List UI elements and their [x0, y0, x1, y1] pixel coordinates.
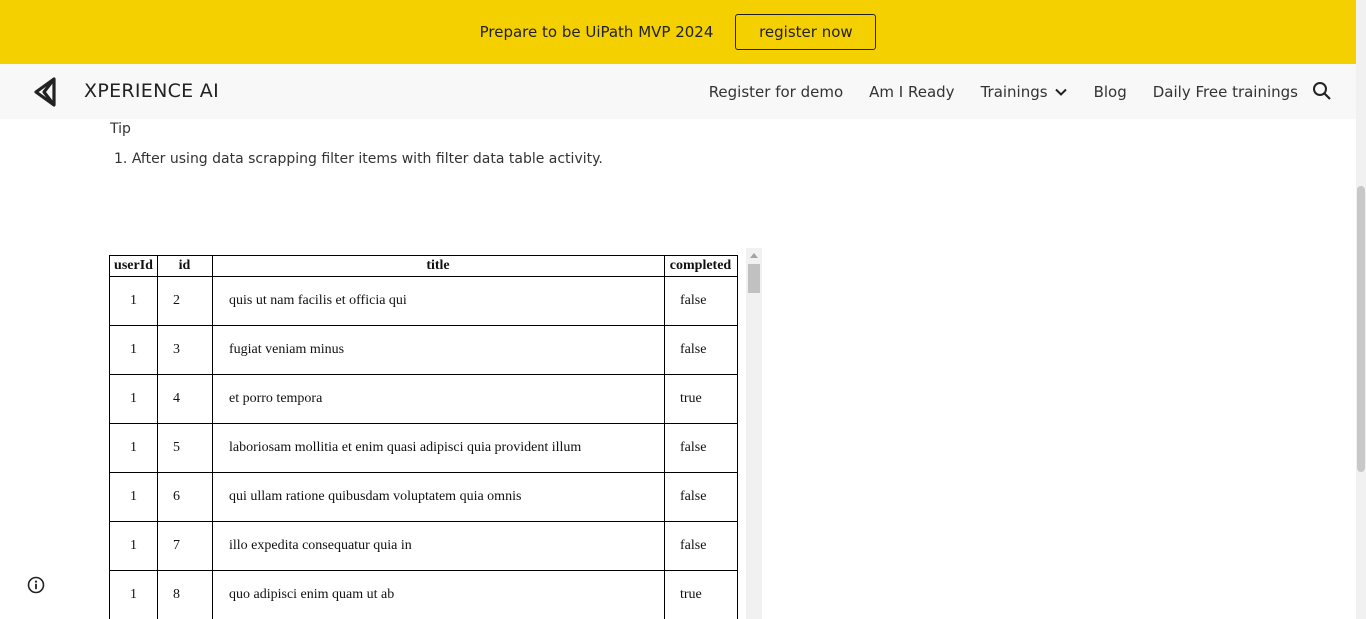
nav-link-label: Blog [1093, 82, 1127, 101]
cell-title: quis ut nam facilis et officia qui [212, 276, 665, 326]
page-scrollbar-thumb[interactable] [1357, 186, 1365, 472]
cell-userid: 1 [109, 472, 158, 522]
tip-heading: Tip [110, 121, 131, 137]
table-scrollbar-thumb[interactable] [748, 264, 760, 293]
tip-list-item: 1. After using data scrapping filter ite… [114, 151, 603, 167]
nav-links: Register for demo Am I Ready Trainings B… [683, 64, 1298, 119]
cell-id: 7 [157, 521, 213, 571]
cell-id: 8 [157, 570, 213, 619]
table-frame: userId id title completed 1 2 quis ut na… [109, 248, 762, 619]
table-row: 1 6 qui ullam ratione quibusdam voluptat… [109, 472, 738, 522]
table-scrollbar[interactable] [746, 248, 762, 619]
nav-blog[interactable]: Blog [1094, 83, 1127, 101]
cell-userid: 1 [109, 521, 158, 571]
nav-link-label: Am I Ready [869, 82, 955, 101]
chevron-down-icon[interactable] [1054, 85, 1068, 99]
column-header-completed: completed [664, 255, 738, 277]
cell-title: laboriosam mollitia et enim quasi adipis… [212, 423, 665, 473]
cell-userid: 1 [109, 374, 158, 424]
search-icon[interactable] [1312, 81, 1332, 101]
cell-id: 5 [157, 423, 213, 473]
cell-title: qui ullam ratione quibusdam voluptatem q… [212, 472, 665, 522]
cell-id: 4 [157, 374, 213, 424]
tip-item-text: After using data scrapping filter items … [131, 151, 603, 167]
cell-id: 6 [157, 472, 213, 522]
cell-completed: true [664, 374, 738, 424]
todo-table: userId id title completed 1 2 quis ut na… [109, 255, 738, 619]
table-header-row: userId id title completed [109, 255, 738, 277]
cell-id: 2 [157, 276, 213, 326]
cell-userid: 1 [109, 276, 158, 326]
cell-completed: false [664, 521, 738, 571]
cell-title: fugiat veniam minus [212, 325, 665, 375]
table-row: 1 4 et porro tempora true [109, 374, 738, 424]
table-row: 1 7 illo expedita consequatur quia in fa… [109, 521, 738, 571]
cell-id: 3 [157, 325, 213, 375]
promo-text: Prepare to be UiPath MVP 2024 [479, 23, 714, 41]
info-icon[interactable] [27, 576, 45, 594]
nav-register-for-demo[interactable]: Register for demo [709, 83, 843, 101]
scroll-up-arrow-icon[interactable] [750, 253, 758, 258]
table-row: 1 2 quis ut nam facilis et officia qui f… [109, 276, 738, 326]
cell-completed: false [664, 472, 738, 522]
nav-link-label: Register for demo [708, 82, 844, 101]
nav-link-label: Daily Free trainings [1152, 82, 1298, 101]
brand-name[interactable]: XPERIENCE AI [84, 80, 219, 102]
promo-banner: Prepare to be UiPath MVP 2024 register n… [0, 0, 1356, 64]
nav-daily-free-trainings[interactable]: Daily Free trainings [1153, 83, 1298, 101]
table-row: 1 3 fugiat veniam minus false [109, 325, 738, 375]
cell-title: illo expedita consequatur quia in [212, 521, 665, 571]
cell-userid: 1 [109, 325, 158, 375]
table-row: 1 8 quo adipisci enim quam ut ab true [109, 570, 738, 619]
cell-completed: false [664, 325, 738, 375]
tip-item-number: 1. [114, 151, 128, 167]
triangle-logo-icon[interactable] [32, 76, 62, 108]
nav-bar: XPERIENCE AI Register for demo Am I Read… [0, 64, 1356, 119]
cell-title: et porro tempora [212, 374, 665, 424]
nav-trainings[interactable]: Trainings [981, 83, 1068, 101]
nav-link-label: Trainings [980, 82, 1048, 101]
table-row: 1 5 laboriosam mollitia et enim quasi ad… [109, 423, 738, 473]
nav-am-i-ready[interactable]: Am I Ready [869, 83, 954, 101]
page-scrollbar[interactable] [1356, 0, 1366, 619]
register-now-button[interactable]: register now [735, 14, 877, 50]
column-header-title: title [212, 255, 665, 277]
column-header-userid: userId [109, 255, 158, 277]
column-header-id: id [157, 255, 213, 277]
cell-completed: false [664, 423, 738, 473]
cell-title: quo adipisci enim quam ut ab [212, 570, 665, 619]
cell-completed: false [664, 276, 738, 326]
cell-completed: true [664, 570, 738, 619]
cell-userid: 1 [109, 423, 158, 473]
cell-userid: 1 [109, 570, 158, 619]
